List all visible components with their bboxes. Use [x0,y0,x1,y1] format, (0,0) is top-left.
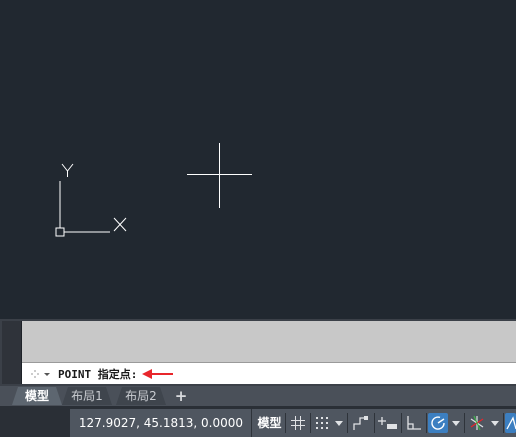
tab-model[interactable]: 模型 [12,387,62,405]
ucs-icon [55,163,127,237]
separator [426,413,427,433]
command-window: POINT 指定点: [0,319,516,386]
ortho-icon[interactable] [404,413,424,433]
model-space-button[interactable]: 模型 [256,413,283,433]
dropdown-icon[interactable] [333,413,345,433]
dropdown-icon[interactable] [450,413,462,433]
separator [464,413,465,433]
autocad-window: POINT 指定点: 模型 布局1 布局2 + 127.9027, 45.181… [0,0,516,437]
isometric-icon[interactable] [467,413,487,433]
command-history [22,321,516,363]
tab-layout2[interactable]: 布局2 [116,387,166,405]
dynamic-input-icon[interactable] [377,413,399,433]
dropdown-icon[interactable] [489,413,501,433]
separator [374,413,375,433]
crosshair-cursor [187,143,252,208]
separator [503,413,504,433]
coordinate-readout[interactable]: 127.9027, 45.1813, 0.0000 [70,409,252,437]
polar-tracking-icon[interactable] [428,413,448,433]
separator [401,413,402,433]
tab-layout1[interactable]: 布局1 [62,387,112,405]
separator [347,413,348,433]
tab-layout1-label: 布局1 [71,389,103,403]
tab-model-label: 模型 [24,389,49,403]
tab-layout2-label: 布局2 [125,389,157,403]
status-bar-tools: 127.9027, 45.1813, 0.0000 模型 [70,409,516,437]
separator [310,413,311,433]
object-snap-tracking-icon[interactable] [505,413,516,433]
model-space [55,143,252,237]
layout-tabs: 模型 布局1 布局2 + [0,386,516,406]
add-layout-button[interactable]: + [171,388,191,404]
red-arrow-icon [141,368,175,380]
command-prompt-text: POINT 指定点: [58,367,138,381]
status-bar: 127.9027, 45.1813, 0.0000 模型 [0,406,516,437]
drawing-canvas[interactable] [0,0,516,319]
infer-constraints-icon[interactable] [350,413,372,433]
command-customize-icon[interactable] [30,367,58,381]
command-line[interactable]: POINT 指定点: [22,363,516,384]
grid-icon[interactable] [288,413,308,433]
snap-icon[interactable] [313,413,331,433]
separator [285,413,286,433]
command-window-grip[interactable] [2,321,22,384]
status-bar-left [0,406,70,437]
